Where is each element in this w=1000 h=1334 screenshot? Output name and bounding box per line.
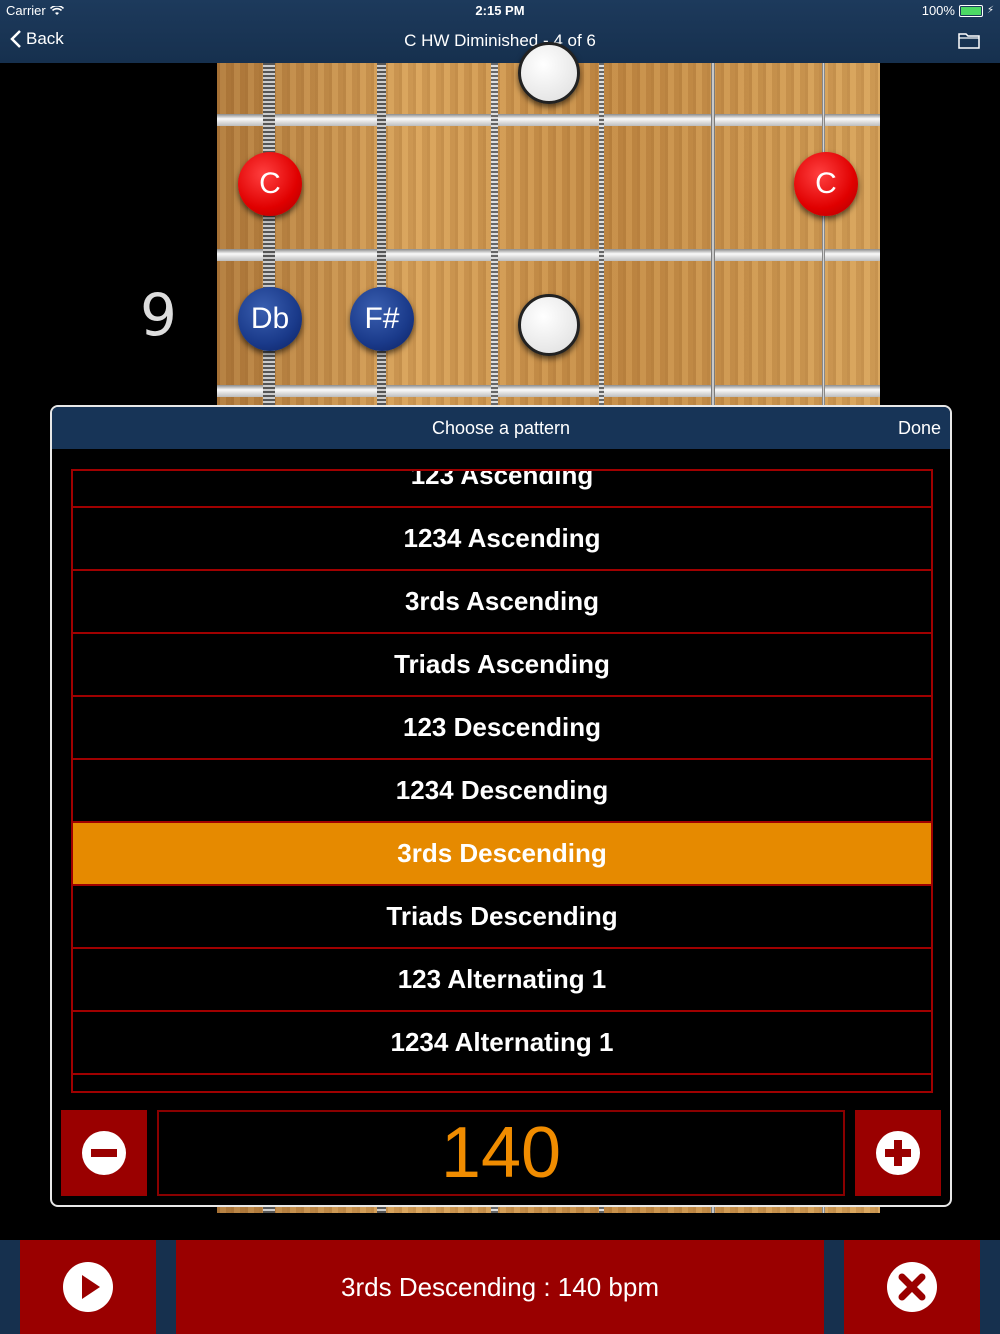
bpm-display: 140 (157, 1110, 845, 1196)
note-marker-f-sharp[interactable]: F# (350, 287, 414, 351)
note-marker-db[interactable]: Db (238, 287, 302, 351)
list-item[interactable]: 123 Alternating 1 (73, 949, 931, 1012)
increment-button[interactable] (855, 1110, 941, 1196)
pattern-picker: Choose a pattern Done 123 Ascending 1234… (50, 405, 952, 1207)
list-item[interactable]: Triads Descending (73, 886, 931, 949)
fret-number: 9 (140, 281, 177, 349)
plus-circle-icon (876, 1131, 920, 1175)
pattern-list[interactable]: 123 Ascending 1234 Ascending 3rds Ascend… (71, 469, 933, 1093)
now-playing-label: 3rds Descending : 140 bpm (176, 1240, 824, 1334)
folder-icon[interactable] (958, 31, 980, 49)
battery-icon (958, 4, 983, 17)
fret-wire (217, 114, 880, 126)
list-item[interactable]: 1234 Ascending (73, 508, 931, 571)
close-icon (887, 1262, 937, 1312)
battery-percent: 100% (921, 3, 955, 18)
list-item[interactable]: 1234 Descending (73, 760, 931, 823)
status-bar: Carrier 2:15 PM 100% ⚡ (0, 0, 1000, 22)
close-button[interactable] (844, 1240, 980, 1334)
list-item[interactable]: 123 Descending (73, 697, 931, 760)
fret-wire (217, 249, 880, 261)
pattern-list-inner: 123 Ascending 1234 Ascending 3rds Ascend… (73, 471, 931, 1075)
list-item[interactable]: 3rds Ascending (73, 571, 931, 634)
list-item[interactable]: 1234 Alternating 1 (73, 1012, 931, 1075)
play-button[interactable] (20, 1240, 156, 1334)
minus-circle-icon (82, 1131, 126, 1175)
done-button[interactable]: Done (898, 418, 941, 439)
note-marker-c[interactable]: C (794, 152, 858, 216)
battery-group: 100% ⚡ (922, 3, 994, 18)
note-marker-empty[interactable] (518, 42, 580, 104)
play-icon (63, 1262, 113, 1312)
list-item[interactable]: 123 Ascending (73, 471, 931, 508)
decrement-button[interactable] (61, 1110, 147, 1196)
picker-header: Choose a pattern Done (52, 407, 950, 449)
bottom-bar: 3rds Descending : 140 bpm (0, 1240, 1000, 1334)
list-item[interactable]: Triads Ascending (73, 634, 931, 697)
charging-icon: ⚡ (986, 5, 994, 16)
note-marker-empty[interactable] (518, 294, 580, 356)
note-marker-c[interactable]: C (238, 152, 302, 216)
status-time: 2:15 PM (475, 3, 525, 18)
top-bar: Carrier 2:15 PM 100% ⚡ Back C HW Diminis… (0, 0, 1000, 63)
picker-title: Choose a pattern (431, 418, 571, 438)
fret-wire (217, 385, 880, 397)
page-title: C HW Diminished - 4 of 6 (404, 31, 596, 50)
list-item-selected[interactable]: 3rds Descending (73, 823, 931, 886)
